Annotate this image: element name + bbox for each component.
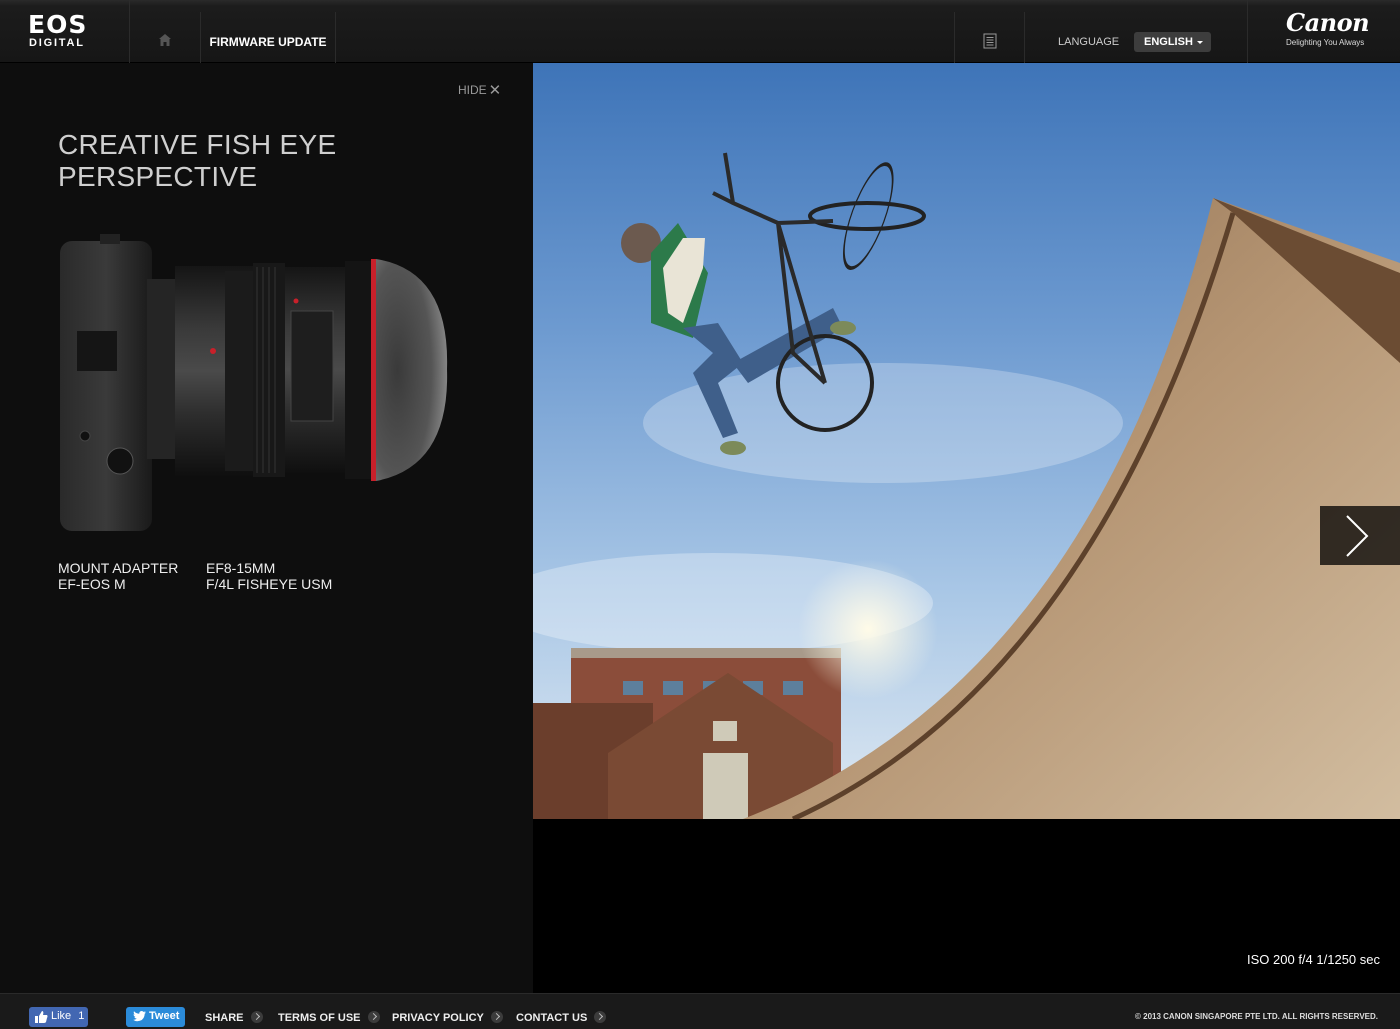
- home-icon: [159, 34, 171, 46]
- document-button[interactable]: [954, 12, 1025, 63]
- hide-label: HIDE: [458, 83, 487, 97]
- footer-link-share[interactable]: SHARE: [205, 1011, 263, 1024]
- eos-digital-logo[interactable]: EOS DIGITAL: [0, 0, 130, 63]
- product-1-line-2: EF-EOS M: [58, 576, 126, 592]
- document-icon: [983, 33, 997, 49]
- product-mount-adapter: MOUNT ADAPTER EF-EOS M: [58, 560, 178, 592]
- close-icon: ✕: [488, 82, 502, 99]
- panel-title: CREATIVE FISH EYE PERSPECTIVE: [58, 129, 337, 192]
- product-1-line-1: MOUNT ADAPTER: [58, 560, 179, 576]
- logo-digital-text: DIGITAL: [29, 37, 85, 49]
- caret-down-icon: [1196, 40, 1203, 44]
- language-label: LANGUAGE: [1058, 36, 1120, 48]
- product-2-line-2: F/4L FISHEYE USM: [206, 576, 333, 592]
- gallery-photo: [533, 63, 1400, 819]
- like-count: 1: [78, 1010, 85, 1022]
- footer-link-privacy[interactable]: PRIVACY POLICY: [392, 1011, 503, 1024]
- canon-tagline: Delighting You Always: [1286, 38, 1365, 47]
- footer-link-contact[interactable]: CONTACT US: [516, 1011, 607, 1024]
- language-dropdown[interactable]: ENGLISH: [1134, 32, 1211, 52]
- hide-panel-button[interactable]: HIDE ✕: [458, 81, 501, 99]
- copyright-text: © 2013 CANON SINGAPORE PTE LTD. ALL RIGH…: [1135, 1012, 1378, 1021]
- info-panel: HIDE ✕ CREATIVE FISH EYE PERSPECTIVE MOU…: [0, 63, 533, 993]
- next-photo-button[interactable]: [1320, 506, 1400, 565]
- tweet-button[interactable]: Tweet: [126, 1007, 185, 1027]
- facebook-like-button[interactable]: Like 1: [29, 1007, 88, 1027]
- product-2-line-1: EF8-15MM: [206, 560, 276, 576]
- canon-brand-text: Canon: [1286, 8, 1370, 37]
- chevron-right-icon: [367, 1011, 380, 1023]
- chevron-right-icon: [594, 1011, 607, 1023]
- language-value: ENGLISH: [1144, 36, 1193, 48]
- privacy-label: PRIVACY POLICY: [392, 1012, 484, 1024]
- camera-lens-image: [60, 234, 448, 531]
- logo-eos-text: EOS: [28, 10, 88, 39]
- top-navigation-bar: EOS DIGITAL FIRMWARE UPDATE LANGUAGE ENG…: [0, 0, 1400, 63]
- twitter-bird-icon: [133, 1011, 146, 1022]
- thumbs-up-icon: [35, 1011, 48, 1023]
- footer-bar: Like 1 Tweet SHARE TERMS OF USE PRIVACY …: [0, 993, 1400, 1029]
- like-label: Like: [51, 1010, 72, 1022]
- tweet-label: Tweet: [149, 1010, 180, 1022]
- chevron-right-icon: [250, 1011, 263, 1023]
- footer-link-terms[interactable]: TERMS OF USE: [278, 1011, 380, 1024]
- canon-logo[interactable]: Canon Delighting You Always: [1247, 0, 1400, 63]
- terms-label: TERMS OF USE: [278, 1012, 361, 1024]
- contact-label: CONTACT US: [516, 1012, 588, 1024]
- photo-caption-area: ISO 200 f/4 1/1250 sec: [533, 819, 1400, 993]
- exif-settings: ISO 200 f/4 1/1250 sec: [1247, 952, 1380, 967]
- product-fisheye-lens: EF8-15MM F/4L FISHEYE USM: [206, 560, 332, 592]
- share-label: SHARE: [205, 1012, 244, 1024]
- chevron-right-icon: [1346, 515, 1369, 557]
- bmx-ramp-scene: [533, 152, 1400, 819]
- nav-firmware-update[interactable]: FIRMWARE UPDATE: [201, 12, 336, 63]
- home-button[interactable]: [130, 12, 201, 63]
- chevron-right-icon: [490, 1011, 503, 1023]
